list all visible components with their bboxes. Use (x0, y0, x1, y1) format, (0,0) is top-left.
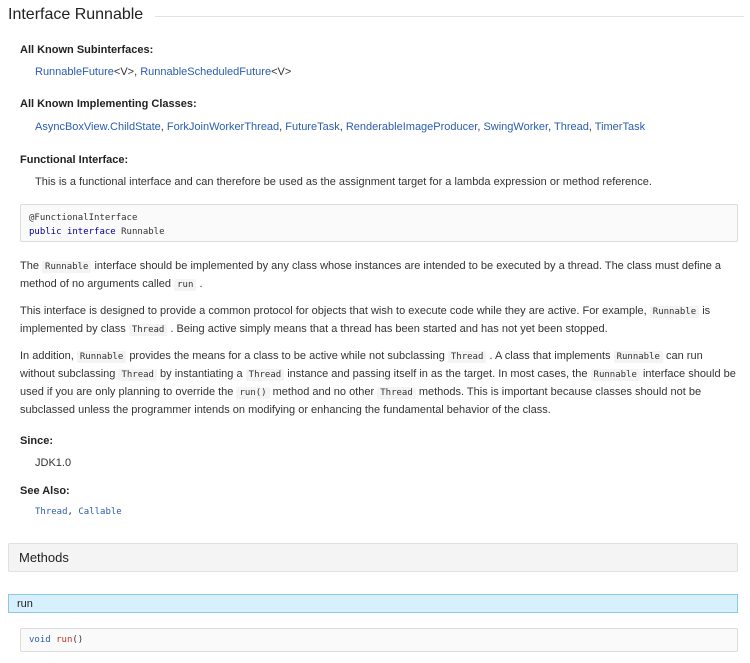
link-asyncboxview-childstate[interactable]: AsyncBoxView.ChildState (35, 121, 161, 133)
code-thread: Thread (128, 324, 168, 336)
link-swingworker[interactable]: SwingWorker (483, 121, 548, 133)
method-signature-run: void run() (20, 628, 738, 652)
methods-title: Methods (19, 550, 69, 565)
link-futuretask[interactable]: FutureTask (285, 121, 339, 133)
link-runnablescheduledfuture[interactable]: RunnableScheduledFuture (140, 66, 271, 78)
method-name: run (17, 597, 33, 610)
page-header: Interface Runnable (8, 6, 744, 24)
interface-signature: @FunctionalInterface public interface Ru… (20, 204, 738, 242)
method-header-run: run (8, 594, 738, 613)
code-runnable: Runnable (649, 306, 700, 318)
code-thread: Thread (118, 369, 157, 381)
link-renderableimageproducer[interactable]: RenderableImageProducer (346, 121, 477, 133)
code-thread: Thread (245, 369, 285, 381)
link-forkjoinworkerthread[interactable]: ForkJoinWorkerThread (167, 121, 279, 133)
code-runnable: Runnable (76, 351, 127, 363)
code-run: run (174, 279, 197, 291)
see-also-link-thread[interactable]: Thread (35, 507, 68, 517)
implementing-classes-label: All Known Implementing Classes: (20, 98, 197, 110)
generic-param: <V> (271, 66, 292, 78)
return-type: void (29, 635, 51, 645)
generic-param: <V> (113, 66, 135, 78)
link-timertask[interactable]: TimerTask (595, 121, 645, 133)
interface-name: Runnable (121, 227, 165, 237)
since-value: JDK1.0 (35, 457, 72, 469)
methods-section-header: Methods (8, 543, 738, 572)
implementing-classes-list: AsyncBoxView.ChildState, ForkJoinWorkerT… (35, 121, 646, 133)
page-title: Interface Runnable (8, 6, 144, 23)
description-paragraph-1: The Runnable interface should be impleme… (20, 260, 722, 291)
since-label: Since: (20, 435, 54, 447)
functional-interface-label: Functional Interface: (20, 154, 129, 166)
link-runnablefuture[interactable]: RunnableFuture (35, 66, 114, 78)
code-runnable: Runnable (590, 369, 640, 381)
description-paragraph-2: This interface is designed to provide a … (20, 305, 711, 336)
keyword-interface: interface (66, 227, 116, 237)
code-runnable: Runnable (613, 351, 663, 363)
code-runnable: Runnable (42, 261, 92, 273)
description-paragraph-3: In addition, Runnable provides the means… (20, 350, 736, 416)
keyword-public: public (29, 227, 62, 237)
annotation: @FunctionalInterface (29, 213, 138, 223)
subinterfaces-label: All Known Subinterfaces: (20, 44, 154, 56)
method-signature-name: run (56, 635, 73, 645)
subinterfaces-list: RunnableFuture<V>, RunnableScheduledFutu… (35, 66, 292, 78)
functional-interface-text: This is a functional interface and can t… (35, 176, 652, 188)
code-run-method: run() (236, 387, 270, 399)
title-divider (155, 15, 744, 17)
code-thread: Thread (377, 387, 416, 399)
link-thread[interactable]: Thread (554, 121, 589, 133)
see-also-label: See Also: (20, 485, 70, 497)
see-also-link-callable[interactable]: Callable (78, 507, 121, 517)
see-also-links: Thread, Callable (35, 507, 122, 517)
code-thread: Thread (447, 351, 487, 363)
